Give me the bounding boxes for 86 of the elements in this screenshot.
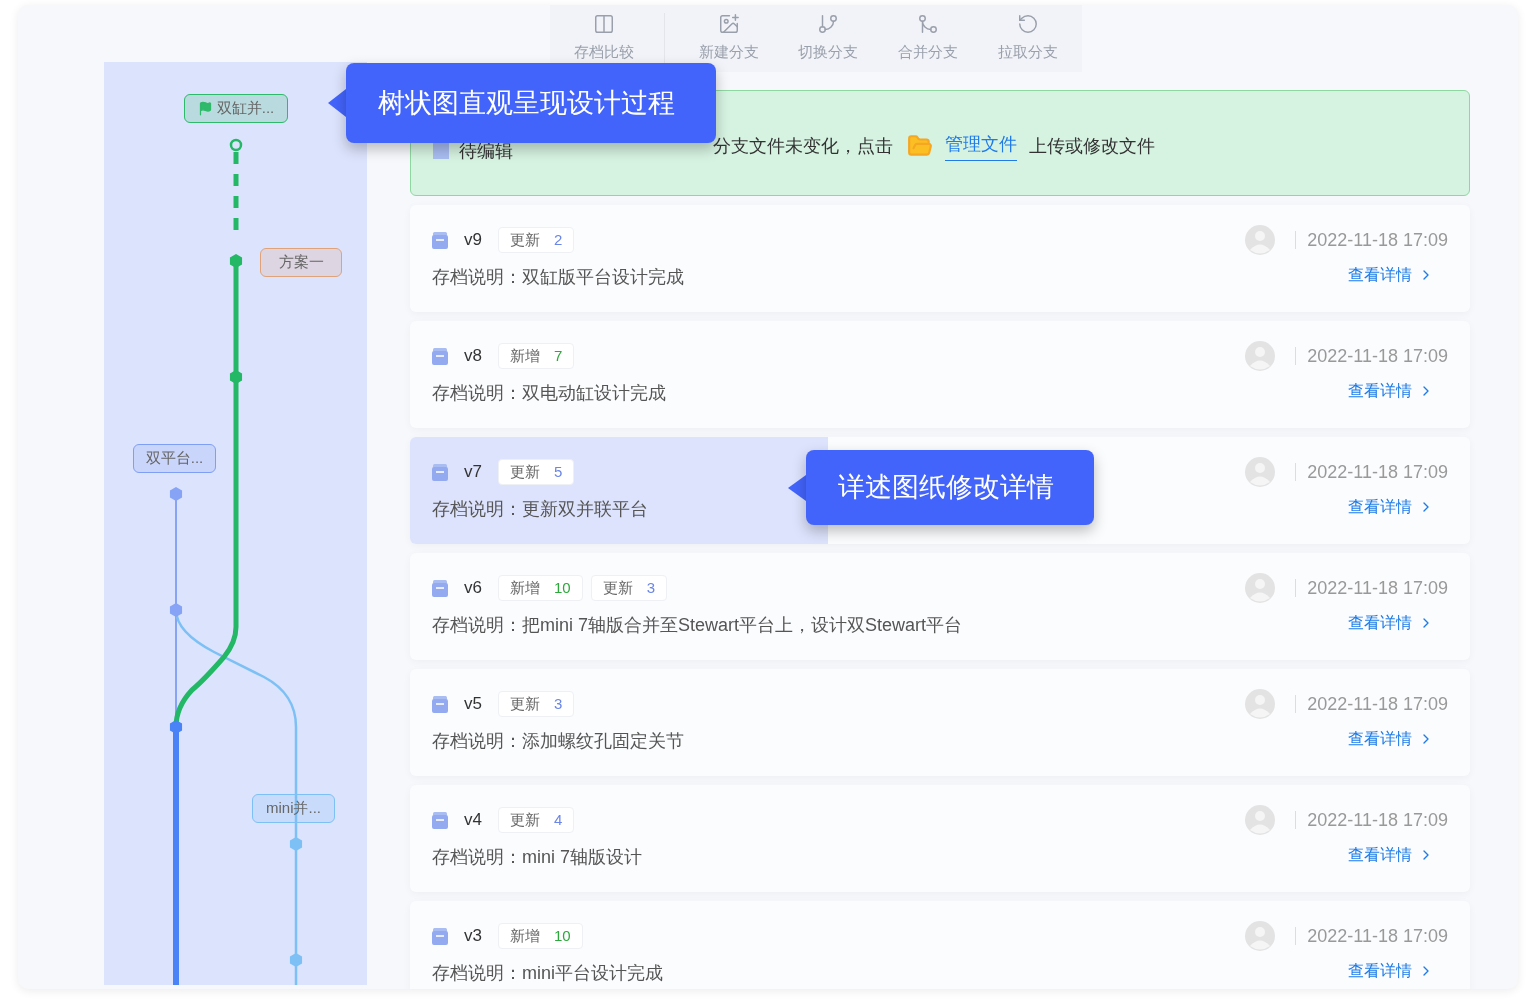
- toolbar-button[interactable]: 合并分支: [892, 13, 965, 64]
- archive-description: 存档说明：双缸版平台设计完成: [432, 266, 684, 289]
- avatar-icon: [1245, 225, 1276, 255]
- version-number: v9: [464, 229, 482, 252]
- version-number: v3: [464, 925, 482, 948]
- view-details-link[interactable]: 查看详情: [1348, 379, 1434, 403]
- archive-icon: [432, 927, 448, 945]
- tag-label: 更新: [602, 577, 633, 598]
- tag-label: 新增: [509, 345, 540, 366]
- archive-description: 存档说明：更新双并联平台: [432, 498, 648, 521]
- avatar-icon: [1245, 341, 1276, 371]
- view-details-link[interactable]: 查看详情: [1348, 495, 1434, 519]
- version-number: v6: [464, 577, 482, 600]
- tag-label: 更新: [509, 229, 540, 250]
- toolbar-button[interactable]: 切换分支: [792, 13, 865, 64]
- archive-date: 2022-11-18 17:09: [1307, 576, 1448, 600]
- version-card[interactable]: v8 新增 7 存档说明：双电动缸设计完成 2022-11-18 17:09 查看详情: [410, 321, 1470, 428]
- version-number: v7: [464, 461, 482, 484]
- version-card[interactable]: v5 更新 3 存档说明：添加螺纹孔固定关节 2022-11-18 17:09 查看详情: [410, 669, 1470, 776]
- merge-icon: [917, 13, 940, 36]
- version-number: v4: [464, 809, 482, 832]
- toolbar-button[interactable]: 拉取分支: [992, 13, 1065, 64]
- view-details-link[interactable]: 查看详情: [1348, 843, 1434, 867]
- flag-icon: [197, 101, 213, 116]
- archive-icon: [432, 695, 448, 713]
- rotate-icon: [1017, 13, 1040, 36]
- archive-description: 存档说明：mini平台设计完成: [432, 962, 663, 985]
- banner-status: 待编辑: [459, 139, 513, 163]
- tag-count: 3: [646, 577, 655, 598]
- tag-count: 3: [553, 693, 563, 714]
- view-details-link[interactable]: 查看详情: [1348, 263, 1434, 287]
- view-details-link[interactable]: 查看详情: [1348, 727, 1434, 751]
- tag-count: 2: [553, 229, 563, 250]
- tag-label: 新增: [509, 577, 540, 598]
- tag-count: 10: [553, 577, 571, 598]
- image-plus-icon: [717, 13, 740, 36]
- version-number: v8: [464, 345, 482, 368]
- columns-icon: [592, 13, 615, 36]
- tag-label: 更新: [509, 809, 540, 830]
- view-details-link[interactable]: 查看详情: [1348, 611, 1434, 635]
- version-card[interactable]: v4 更新 4 存档说明：mini 7轴版设计 2022-11-18 17:09 查看详情: [410, 785, 1470, 892]
- archive-date: 2022-11-18 17:09: [1307, 692, 1448, 716]
- branch-label[interactable]: 双平台...: [133, 444, 216, 473]
- archive-date: 2022-11-18 17:09: [1307, 924, 1448, 948]
- archive-date: 2022-11-18 17:09: [1307, 460, 1448, 484]
- archive-icon: [432, 347, 448, 365]
- archive-icon: [432, 579, 448, 597]
- branch-label[interactable]: 方案一: [260, 248, 342, 277]
- tag-count: 5: [553, 461, 563, 482]
- branch-label[interactable]: mini并...: [252, 794, 335, 823]
- avatar-icon: [1245, 805, 1276, 835]
- archive-date: 2022-11-18 17:09: [1307, 228, 1448, 252]
- tag-count: 10: [553, 925, 571, 946]
- version-card[interactable]: v6 新增 10 更新 3 存档说明：把mini 7轴版合并至Stewart平台上，设计双Stewart平台 2022-11-18 17:09 查看详情: [410, 553, 1470, 660]
- archive-icon: [432, 463, 448, 481]
- avatar-icon: [1245, 573, 1276, 603]
- callout-text: 详述图纸修改详情: [838, 471, 1054, 505]
- archive-description: 存档说明：把mini 7轴版合并至Stewart平台上，设计双Stewart平台: [432, 614, 963, 637]
- version-card[interactable]: v9 更新 2 存档说明：双缸版平台设计完成 2022-11-18 17:09 查看详情: [410, 205, 1470, 312]
- archive-icon: [432, 811, 448, 829]
- square-icon: [433, 143, 449, 159]
- version-number: v5: [464, 693, 482, 716]
- branch-icon: [817, 13, 840, 36]
- tag-count: 4: [553, 809, 563, 830]
- banner-message: 分支文件未变化，点击: [713, 134, 893, 158]
- branch-label[interactable]: 双缸并...: [184, 94, 288, 123]
- avatar-icon: [1245, 921, 1276, 951]
- archive-icon: [432, 231, 448, 249]
- archive-date: 2022-11-18 17:09: [1307, 344, 1448, 368]
- archive-description: 存档说明：mini 7轴版设计: [432, 846, 642, 869]
- view-details-link[interactable]: 查看详情: [1348, 959, 1434, 983]
- archive-description: 存档说明：双电动缸设计完成: [432, 382, 666, 405]
- callout-text: 树状图直观呈现设计过程: [378, 86, 675, 120]
- avatar-icon: [1245, 689, 1276, 719]
- tag-count: 7: [553, 345, 563, 366]
- tag-label: 更新: [509, 693, 540, 714]
- toolbar-button[interactable]: 新建分支: [692, 13, 765, 64]
- manage-files-link[interactable]: 管理文件: [945, 131, 1017, 161]
- archive-date: 2022-11-18 17:09: [1307, 808, 1448, 832]
- tag-label: 更新: [509, 461, 540, 482]
- banner-hint: 上传或修改文件: [1029, 134, 1155, 158]
- tag-label: 新增: [509, 925, 540, 946]
- avatar-icon: [1245, 457, 1276, 487]
- folder-icon: [907, 133, 933, 159]
- version-card[interactable]: v3 新增 10 存档说明：mini平台设计完成 2022-11-18 17:09 查看详情: [410, 901, 1470, 989]
- archive-description: 存档说明：添加螺纹孔固定关节: [432, 730, 684, 753]
